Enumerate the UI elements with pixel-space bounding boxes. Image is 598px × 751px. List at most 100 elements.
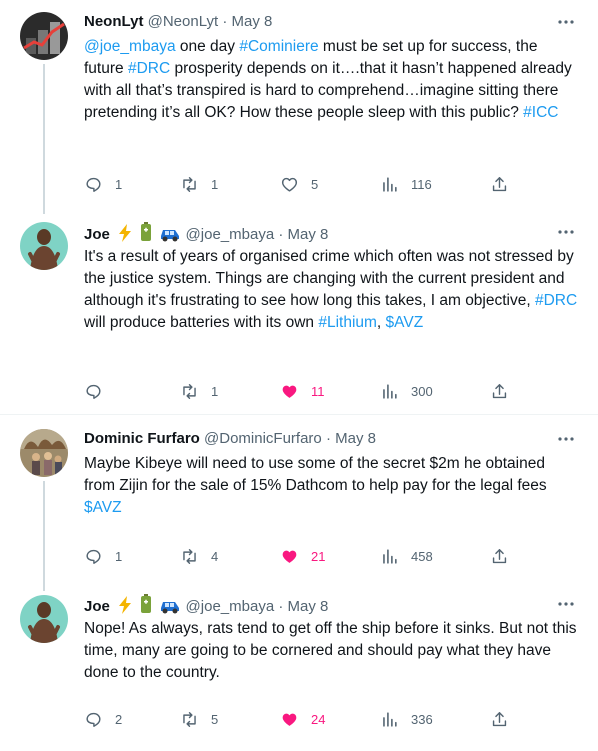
separator: · <box>278 226 284 243</box>
retweet-button[interactable]: 1 <box>180 174 218 194</box>
share-button[interactable] <box>490 546 509 566</box>
like-button[interactable]: 5 <box>280 174 318 194</box>
more-options-icon[interactable] <box>556 594 576 614</box>
heart-filled-icon <box>282 550 297 563</box>
tweet-link[interactable]: @joe_mbaya <box>84 38 176 55</box>
handle[interactable]: @NeonLyt <box>148 13 219 30</box>
reply-button[interactable]: 2 <box>84 709 122 729</box>
tweet-1[interactable]: NeonLyt @NeonLyt · May 8 @joe_mbaya one … <box>0 0 598 214</box>
retweet-icon <box>183 176 196 192</box>
avatar[interactable] <box>20 222 68 270</box>
retweet-icon <box>183 383 196 399</box>
tweet-header: NeonLyt @NeonLyt · May 8 <box>84 12 272 32</box>
tweet-header: Joe @joe_mbaya · May 8 <box>84 222 329 243</box>
heart-filled-icon <box>282 385 297 398</box>
handle[interactable]: @DominicFurfaro <box>204 430 322 447</box>
share-icon <box>492 711 507 726</box>
analytics-icon <box>383 176 397 192</box>
retweet-count: 5 <box>211 711 219 727</box>
reply-button[interactable]: 1 <box>84 174 122 194</box>
tweet-link[interactable]: #Cominiere <box>239 38 318 55</box>
views-button[interactable]: 336 <box>380 709 433 729</box>
retweet-button[interactable]: 5 <box>180 709 218 729</box>
more-options-icon[interactable] <box>556 429 576 449</box>
tweet-4[interactable]: Joe @joe_mbaya · May 8 Nope! As always, … <box>0 585 598 751</box>
share-icon <box>492 548 507 563</box>
heart-filled-icon <box>282 713 297 726</box>
retweet-button[interactable]: 1 <box>180 381 218 401</box>
lightning-icon <box>117 596 137 615</box>
tweet-text-run: will produce batteries with its own <box>84 314 319 331</box>
like-button[interactable]: 24 <box>280 709 325 729</box>
reply-icon <box>86 712 101 727</box>
more-options-icon[interactable] <box>556 12 576 32</box>
tweet-text: @joe_mbaya one day #Cominiere must be se… <box>84 36 580 124</box>
retweet-count: 1 <box>211 176 219 192</box>
handle[interactable]: @joe_mbaya <box>186 598 275 615</box>
timestamp[interactable]: May 8 <box>335 430 376 447</box>
retweet-count: 1 <box>211 383 219 399</box>
reply-icon <box>86 384 101 399</box>
avatar[interactable] <box>20 12 68 60</box>
avatar[interactable] <box>20 595 68 643</box>
separator: · <box>325 430 331 447</box>
views-button[interactable]: 458 <box>380 546 433 566</box>
timestamp[interactable]: May 8 <box>288 226 329 243</box>
analytics-icon <box>383 711 397 727</box>
tweet-text-run: Nope! As always, rats tend to get off th… <box>84 620 577 681</box>
tweet-link[interactable]: #Lithium <box>318 314 377 331</box>
display-name[interactable]: Dominic Furfaro <box>84 430 200 447</box>
timestamp[interactable]: May 8 <box>232 13 273 30</box>
views-button[interactable]: 300 <box>380 381 433 401</box>
avatar[interactable] <box>20 429 68 477</box>
tweet-link[interactable]: #ICC <box>523 104 558 121</box>
share-button[interactable] <box>490 174 509 194</box>
timestamp[interactable]: May 8 <box>288 598 329 615</box>
tweet-header: Joe @joe_mbaya · May 8 <box>84 594 329 615</box>
reply-count: 2 <box>115 711 123 727</box>
view-count: 458 <box>411 548 433 564</box>
share-button[interactable] <box>490 381 509 401</box>
view-count: 116 <box>411 176 432 192</box>
views-button[interactable]: 116 <box>380 174 432 194</box>
reply-count: 1 <box>115 176 123 192</box>
lightning-icon <box>117 224 137 243</box>
thread-line <box>43 64 45 214</box>
like-count: 24 <box>311 711 326 727</box>
handle[interactable]: @joe_mbaya <box>186 226 275 243</box>
like-button[interactable]: 21 <box>280 546 325 566</box>
like-count: 5 <box>311 176 319 192</box>
display-name[interactable]: Joe <box>84 226 110 243</box>
tweet-3[interactable]: Dominic Furfaro @DominicFurfaro · May 8 … <box>0 415 598 591</box>
tweet-text-run: one day <box>175 38 240 55</box>
reply-button[interactable]: 1 <box>84 546 122 566</box>
display-name[interactable]: NeonLyt <box>84 13 143 30</box>
reply-button[interactable] <box>84 381 115 401</box>
retweet-icon <box>183 711 196 727</box>
action-bar: 2 5 24 336 <box>84 709 514 729</box>
reply-icon <box>86 549 101 564</box>
tweet-2[interactable]: Joe @joe_mbaya · May 8 It's a result of … <box>0 210 598 414</box>
share-icon <box>492 383 507 398</box>
retweet-icon <box>183 548 196 564</box>
tweet-text: It's a result of years of organised crim… <box>84 246 580 334</box>
share-button[interactable] <box>490 709 509 729</box>
more-options-icon[interactable] <box>556 222 576 242</box>
view-count: 336 <box>411 711 433 727</box>
retweet-count: 4 <box>211 548 219 564</box>
like-count: 11 <box>311 383 325 399</box>
tweet-text: Nope! As always, rats tend to get off th… <box>84 618 580 684</box>
tweet-link[interactable]: $AVZ <box>84 499 122 516</box>
retweet-button[interactable]: 4 <box>180 546 218 566</box>
tweet-link[interactable]: #DRC <box>535 292 577 309</box>
like-count: 21 <box>311 548 326 564</box>
tweet-text: Maybe Kibeye will need to use some of th… <box>84 453 580 519</box>
tweet-link[interactable]: #DRC <box>128 60 170 77</box>
analytics-icon <box>383 383 397 399</box>
action-bar: 1 1 5 116 <box>84 174 514 194</box>
reply-icon <box>86 177 101 192</box>
display-name[interactable]: Joe <box>84 598 110 615</box>
tweet-link[interactable]: $AVZ <box>386 314 424 331</box>
action-bar: 1 4 21 458 <box>84 546 514 566</box>
like-button[interactable]: 11 <box>280 381 325 401</box>
